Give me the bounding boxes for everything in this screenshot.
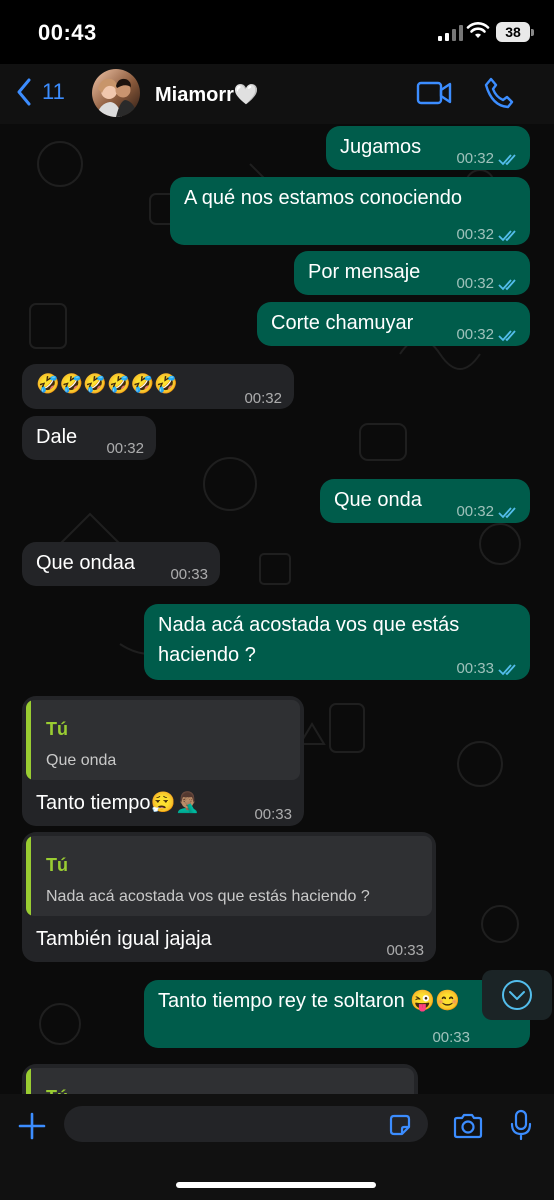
message-meta: 00:33 (432, 1023, 470, 1048)
contact-avatar[interactable] (92, 69, 140, 117)
microphone-icon[interactable] (510, 1109, 532, 1141)
message-time: 00:33 (456, 660, 494, 677)
message-time: 00:32 (456, 150, 494, 167)
incoming-message[interactable]: Que ondaa 00:33 (22, 542, 220, 586)
read-receipt-icon (498, 507, 516, 519)
message-meta: 00:32 (456, 497, 520, 527)
message-text: Jugamos (340, 136, 422, 158)
outgoing-message[interactable]: Que onda 00:32 (320, 479, 530, 523)
chevron-left-icon (17, 78, 31, 106)
outgoing-message[interactable]: Corte chamuyar 00:32 (257, 302, 530, 346)
camera-icon[interactable] (452, 1112, 484, 1140)
message-time: 00:33 (254, 806, 292, 823)
quoted-message[interactable]: Tú Nada acá acostada vos que estás hacie… (26, 836, 432, 916)
incoming-message[interactable]: Dale 00:32 (22, 416, 156, 460)
message-list[interactable]: Jugamos 00:32 A qué nos estamos conocien… (0, 124, 554, 1094)
message-text: Por mensaje (308, 261, 421, 283)
message-text: Nada acá acostada vos que estás (158, 614, 460, 636)
quote-author: Tú (46, 1082, 68, 1094)
outgoing-message[interactable]: A qué nos estamos conociendo 00:32 (170, 177, 530, 245)
message-time: 00:32 (244, 390, 282, 407)
read-receipt-icon (498, 664, 516, 676)
wifi-icon (466, 22, 490, 38)
message-meta: 00:33 (456, 654, 520, 684)
incoming-message[interactable]: 🤣🤣🤣🤣🤣🤣 00:32 (22, 364, 294, 409)
message-text: Tanto tiempo rey te soltaron 😜😊 (158, 990, 461, 1012)
message-meta: 00:32 (456, 320, 520, 350)
message-time: 00:33 (386, 942, 424, 959)
read-receipt-icon (498, 330, 516, 342)
message-text: 🤣🤣🤣🤣🤣🤣 (36, 374, 178, 395)
message-text: También igual jajaja (36, 928, 212, 950)
status-time: 00:43 (38, 20, 97, 45)
message-meta: 00:33 (170, 560, 208, 590)
read-receipt-icon (498, 279, 516, 291)
scroll-to-bottom-button[interactable] (482, 970, 552, 1020)
phone-call-icon[interactable] (484, 77, 514, 109)
outgoing-message[interactable]: Tanto tiempo rey te soltaron 😜😊 00:33 (144, 980, 530, 1048)
incoming-reply-message[interactable]: Tú (22, 1064, 418, 1094)
quoted-message[interactable]: Tú Que onda (26, 700, 300, 780)
message-meta: 00:33 (254, 800, 292, 830)
message-text: Corte chamuyar (271, 312, 414, 334)
video-call-icon[interactable] (416, 78, 452, 108)
quote-accent-bar (26, 700, 31, 780)
status-bar: 00:43 38 (0, 0, 554, 64)
message-meta: 00:33 (386, 936, 424, 966)
back-button[interactable]: 11 (16, 78, 65, 106)
message-time: 00:32 (456, 503, 494, 520)
quote-text: Que onda (46, 752, 117, 769)
message-input[interactable] (64, 1106, 428, 1142)
plus-icon[interactable] (18, 1112, 46, 1140)
message-text: A qué nos estamos conociendo (184, 187, 462, 209)
contact-name[interactable]: Miamorr🤍 (155, 82, 259, 107)
incoming-reply-message[interactable]: Tú Que onda Tanto tiempo😮‍💨🤦🏽‍♂️ 00:33 (22, 696, 304, 826)
sticker-icon[interactable] (388, 1113, 412, 1137)
read-receipt-icon (498, 230, 516, 242)
message-meta: 00:32 (244, 384, 282, 414)
composer-bar (0, 1094, 554, 1200)
quote-text: Nada acá acostada vos que estás haciendo… (46, 888, 370, 905)
message-time: 00:32 (456, 226, 494, 243)
message-meta: 00:32 (456, 269, 520, 299)
outgoing-message[interactable]: Jugamos 00:32 (326, 126, 530, 170)
message-text: Dale (36, 426, 78, 448)
chat-header: 11 Miamorr🤍 (0, 64, 554, 124)
message-time: 00:33 (432, 1029, 470, 1046)
message-text: Que onda (334, 489, 422, 511)
read-receipt-icon (498, 154, 516, 166)
message-meta: 00:32 (106, 434, 144, 464)
outgoing-message[interactable]: Por mensaje 00:32 (294, 251, 530, 295)
message-time: 00:32 (456, 275, 494, 292)
home-indicator (176, 1182, 376, 1188)
outgoing-message[interactable]: Nada acá acostada vos que estás haciendo… (144, 604, 530, 680)
message-meta: 00:32 (456, 144, 520, 174)
quoted-message[interactable]: Tú (26, 1068, 414, 1094)
message-text: Que ondaa (36, 552, 135, 574)
quote-accent-bar (26, 1068, 31, 1094)
cellular-signal-icon (438, 25, 463, 41)
avatar-photo-icon (96, 78, 138, 117)
message-meta: 00:32 (456, 220, 520, 250)
incoming-reply-message[interactable]: Tú Nada acá acostada vos que estás hacie… (22, 832, 436, 962)
chevron-down-circle-icon (502, 980, 532, 1010)
battery-indicator: 38 (496, 22, 534, 42)
message-text-line-2: haciendo ? (158, 644, 256, 666)
message-text: Tanto tiempo😮‍💨🤦🏽‍♂️ (36, 792, 201, 814)
quote-author: Tú (46, 855, 68, 875)
message-time: 00:32 (456, 326, 494, 343)
message-time: 00:33 (170, 566, 208, 583)
message-time: 00:32 (106, 440, 144, 457)
quote-accent-bar (26, 836, 31, 916)
unread-count: 11 (42, 79, 65, 104)
quote-author: Tú (46, 719, 68, 739)
